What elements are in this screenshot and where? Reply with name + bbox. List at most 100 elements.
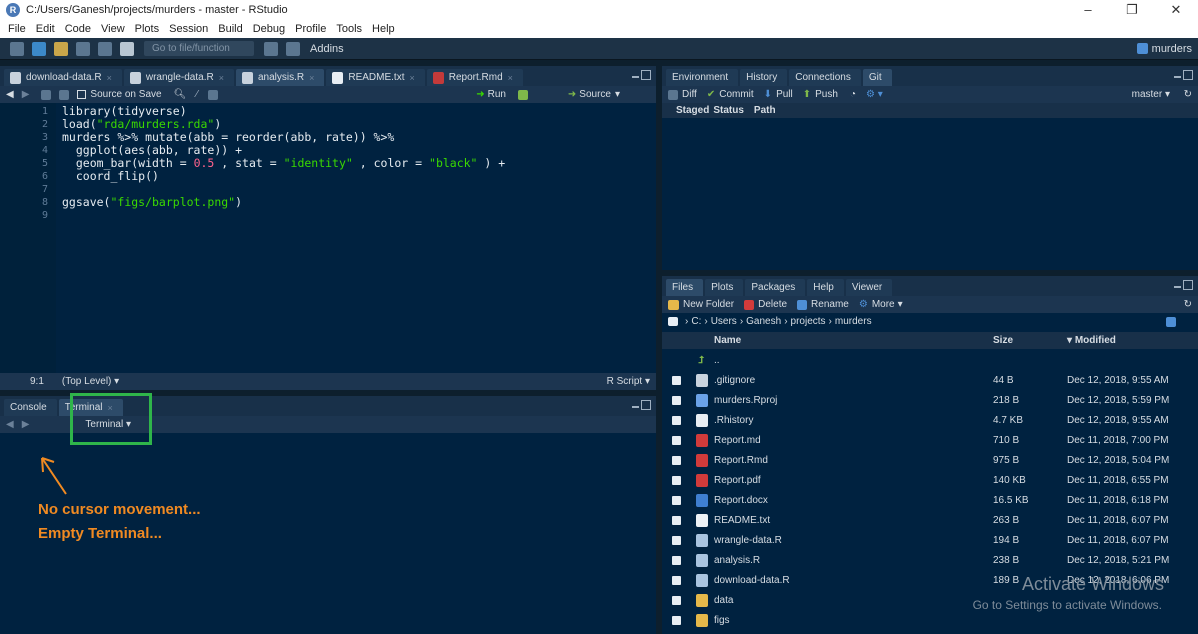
close-tab-icon[interactable]: × [409, 73, 414, 83]
tab-plots[interactable]: Plots [705, 279, 744, 296]
more-button[interactable]: ⚙ More ▾ [859, 299, 903, 310]
col-staged[interactable]: Staged [676, 105, 709, 116]
search-icon[interactable]: 🔍︎ [174, 89, 187, 100]
menu-session[interactable]: Session [169, 23, 208, 35]
forward-arrow-icon[interactable]: ▶ [22, 419, 30, 430]
menu-tools[interactable]: Tools [336, 23, 362, 35]
menu-view[interactable]: View [101, 23, 125, 35]
close-tab-icon[interactable]: × [219, 73, 224, 83]
close-tab-icon[interactable]: × [508, 73, 513, 83]
file-checkbox[interactable] [672, 415, 681, 425]
tab-analysis[interactable]: analysis.R × [235, 69, 325, 86]
go-to-wd-icon[interactable] [1166, 316, 1176, 327]
breadcrumb-item[interactable]: projects [791, 316, 826, 327]
list-item[interactable]: README.txt 263 B Dec 11, 2018, 6:07 PM [662, 510, 1198, 530]
file-checkbox[interactable] [672, 535, 681, 545]
code-tools-icon[interactable] [264, 41, 278, 56]
open-file-icon[interactable] [54, 41, 68, 56]
minimize-icon[interactable]: – [1066, 0, 1110, 20]
pull-button[interactable]: ⬇ Pull [764, 89, 793, 100]
grid-layout-icon[interactable] [286, 41, 300, 56]
menu-help[interactable]: Help [372, 23, 395, 35]
pane-minmax-icon[interactable] [632, 70, 651, 80]
menu-file[interactable]: File [8, 23, 26, 35]
run-button[interactable]: ➜ Run [476, 89, 506, 100]
scope-selector[interactable]: (Top Level) ▾ [62, 376, 119, 387]
save-all-icon[interactable] [98, 41, 112, 56]
menu-edit[interactable]: Edit [36, 23, 55, 35]
tab-readme[interactable]: README.txt × [326, 69, 425, 86]
list-item[interactable]: analysis.R 238 B Dec 12, 2018, 5:21 PM [662, 550, 1198, 570]
show-in-window-icon[interactable] [41, 89, 52, 100]
file-checkbox[interactable] [672, 575, 681, 585]
code-editor[interactable]: 1 library(tidyverse) 2 load("rda/murders.r… [0, 103, 656, 373]
breadcrumb-item[interactable]: Users [711, 316, 737, 327]
file-checkbox[interactable] [672, 595, 681, 605]
save-icon[interactable] [76, 41, 90, 56]
file-checkbox[interactable] [672, 475, 681, 485]
tab-wrangle-data[interactable]: wrangle-data.R × [123, 69, 234, 86]
menu-plots[interactable]: Plots [135, 23, 159, 35]
rename-button[interactable]: Rename [797, 299, 849, 310]
file-checkbox[interactable] [672, 515, 681, 525]
tab-download-data[interactable]: download-data.R × [4, 69, 122, 86]
tab-git[interactable]: Git [862, 69, 892, 86]
compile-report-icon[interactable] [207, 89, 218, 100]
tab-packages[interactable]: Packages [745, 279, 806, 296]
list-item[interactable]: figs [662, 610, 1198, 630]
maximize-icon[interactable]: ❐ [1110, 0, 1154, 20]
file-checkbox[interactable] [672, 455, 681, 465]
list-item[interactable]: Report.md 710 B Dec 11, 2018, 7:00 PM [662, 430, 1198, 450]
tab-help[interactable]: Help [807, 279, 844, 296]
list-item[interactable]: murders.Rproj 218 B Dec 12, 2018, 5:59 PM [662, 390, 1198, 410]
back-arrow-icon[interactable]: ◀ [6, 89, 14, 100]
close-tab-icon[interactable]: × [309, 73, 314, 83]
menu-code[interactable]: Code [65, 23, 91, 35]
close-icon[interactable]: ✕ [1154, 0, 1198, 20]
tab-environment[interactable]: Environment [666, 69, 739, 86]
tab-report-rmd[interactable]: Report.Rmd × [426, 69, 523, 86]
pane-minmax-icon[interactable] [1174, 280, 1193, 290]
diff-button[interactable]: Diff [668, 89, 697, 100]
print-icon[interactable] [120, 41, 134, 56]
wand-icon[interactable]: ⁄ [196, 89, 198, 100]
list-item[interactable]: .Rhistory 4.7 KB Dec 12, 2018, 9:55 AM [662, 410, 1198, 430]
up-directory-row[interactable]: ⮥ .. [662, 350, 1198, 370]
goto-file-input[interactable]: Go to file/function [144, 41, 254, 56]
history-icon[interactable]: ◔ [850, 89, 856, 100]
file-checkbox[interactable] [672, 435, 681, 445]
col-status[interactable]: Status [713, 105, 744, 116]
pane-minmax-icon[interactable] [1174, 70, 1193, 80]
save-file-icon[interactable] [59, 89, 70, 100]
menu-debug[interactable]: Debug [253, 23, 285, 35]
tab-history[interactable]: History [740, 69, 788, 86]
list-item[interactable]: .gitignore 44 B Dec 12, 2018, 9:55 AM [662, 370, 1198, 390]
menu-profile[interactable]: Profile [295, 23, 326, 35]
list-item[interactable]: Report.docx 16.5 KB Dec 11, 2018, 6:18 PM [662, 490, 1198, 510]
tab-viewer[interactable]: Viewer [845, 279, 893, 296]
col-name[interactable]: Name [714, 335, 741, 346]
file-checkbox[interactable] [672, 615, 681, 625]
push-button[interactable]: ⬆ Push [803, 89, 838, 100]
list-item[interactable]: wrangle-data.R 194 B Dec 11, 2018, 6:07 PM [662, 530, 1198, 550]
col-size[interactable]: Size [993, 335, 1013, 346]
col-path[interactable]: Path [754, 105, 776, 116]
file-checkbox[interactable] [672, 375, 681, 385]
tab-console[interactable]: Console [4, 399, 57, 416]
refresh-icon[interactable]: ↻ [1184, 299, 1192, 310]
branch-selector[interactable]: master ▾ [1132, 89, 1170, 100]
close-tab-icon[interactable]: × [107, 73, 112, 83]
breadcrumb-item[interactable]: Ganesh [746, 316, 781, 327]
project-menu[interactable]: murders [1136, 43, 1192, 55]
new-file-icon[interactable] [10, 41, 24, 56]
commit-button[interactable]: ✔ Commit [707, 89, 754, 100]
forward-arrow-icon[interactable]: ▶ [22, 89, 30, 100]
tab-connections[interactable]: Connections [789, 69, 861, 86]
gear-icon[interactable]: ⚙ ▾ [866, 89, 883, 100]
rerun-icon[interactable] [518, 89, 528, 100]
breadcrumb-item[interactable]: C: [691, 316, 701, 327]
file-checkbox[interactable] [672, 555, 681, 565]
menu-build[interactable]: Build [218, 23, 242, 35]
source-on-save-checkbox[interactable] [77, 90, 87, 99]
new-project-icon[interactable] [32, 41, 46, 56]
